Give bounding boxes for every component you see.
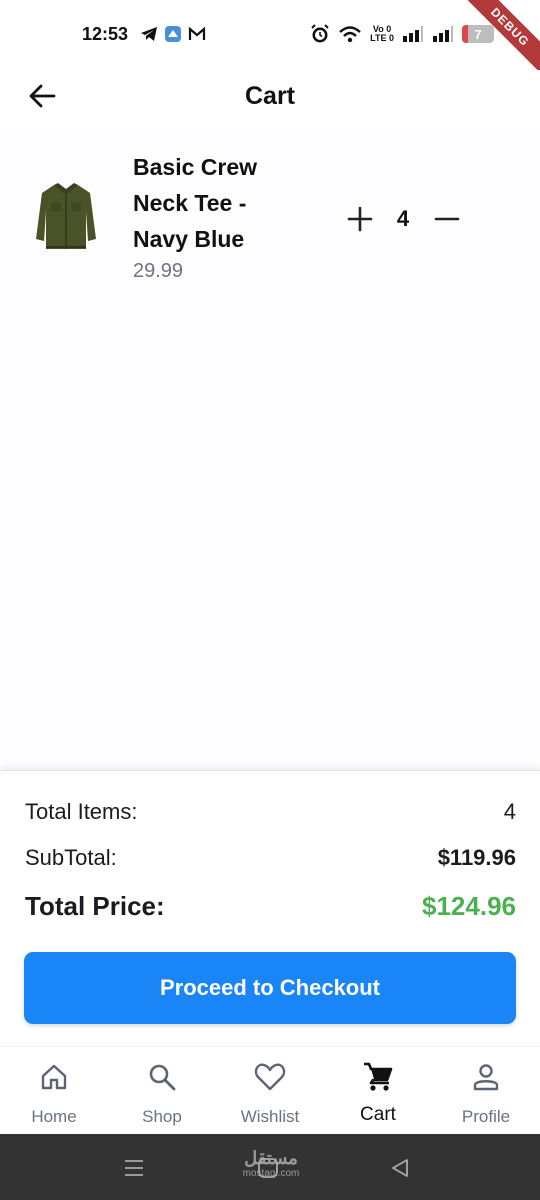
product-price: 29.99	[133, 260, 184, 282]
wifi-icon	[339, 26, 361, 43]
battery-level: 7	[474, 26, 482, 42]
lte-label: LTE 0	[370, 33, 394, 43]
nav-label-shop: Shop	[142, 1107, 182, 1126]
signal-strength-icon	[403, 26, 423, 42]
total-price-row: Total Price: $124.96	[25, 891, 516, 922]
page-title: Cart	[244, 82, 295, 110]
telegram-icon	[141, 27, 157, 41]
total-items-label: Total Items:	[25, 799, 138, 824]
home-button-icon[interactable]	[256, 1156, 280, 1180]
nav-item-profile[interactable]: Profile	[432, 1047, 540, 1134]
battery-icon: 7	[462, 25, 494, 43]
alarm-icon	[311, 24, 329, 43]
product-name: Basic Crew Neck Tee - Navy Blue	[133, 154, 258, 252]
nav-label-wishlist: Wishlist	[240, 1107, 300, 1126]
signal-strength-icon-2	[433, 26, 453, 42]
nav-item-shop[interactable]: Shop	[108, 1047, 216, 1134]
bottom-navigation: Home Shop Wishlist Cart Profile	[0, 1046, 540, 1134]
back-triangle-icon[interactable]	[390, 1158, 410, 1178]
nav-label-profile: Profile	[461, 1107, 511, 1126]
nav-item-home[interactable]: Home	[0, 1047, 108, 1134]
notification-icons	[140, 25, 206, 43]
cart-icon	[362, 1061, 394, 1093]
system-navigation-bar: مستقل mostaql.com	[0, 1134, 540, 1200]
proceed-to-checkout-button[interactable]: Proceed to Checkout	[24, 952, 516, 1024]
decrease-quantity-button[interactable]	[433, 205, 461, 233]
total-price-value: $124.96	[422, 891, 516, 921]
total-items-value: 4	[503, 799, 516, 824]
app-bar: Cart	[0, 70, 540, 126]
cart-item: Basic Crew Neck Tee - Navy Blue 29.99 4	[0, 145, 540, 295]
product-image	[36, 183, 96, 249]
nav-item-wishlist[interactable]: Wishlist	[216, 1047, 324, 1134]
nav-label-cart: Cart	[360, 1104, 396, 1125]
gmail-icon	[188, 27, 206, 40]
nav-item-cart[interactable]: Cart	[324, 1047, 432, 1134]
subtotal-value: $119.96	[437, 845, 516, 870]
search-icon	[146, 1061, 178, 1093]
volte-indicator: Vo 0 LTE 0	[370, 25, 394, 43]
subtotal-row: SubTotal: $119.96	[25, 845, 516, 871]
nav-label-home: Home	[31, 1107, 77, 1126]
heart-icon	[254, 1061, 286, 1093]
recent-apps-icon[interactable]	[124, 1158, 144, 1178]
total-items-row: Total Items: 4	[25, 799, 516, 825]
person-icon	[470, 1061, 502, 1093]
system-status-icons: Vo 0 LTE 0 7	[310, 24, 494, 44]
home-icon	[38, 1061, 70, 1093]
app-notification-icon	[165, 26, 181, 42]
increase-quantity-button[interactable]	[346, 205, 374, 233]
order-summary: Total Items: 4 SubTotal: $119.96 Total P…	[0, 770, 540, 1046]
quantity-value: 4	[396, 206, 410, 231]
subtotal-label: SubTotal:	[25, 845, 117, 870]
status-time: 12:53	[82, 24, 129, 44]
total-price-label: Total Price:	[25, 891, 165, 921]
status-bar: 12:53 Vo 0 LTE 0 7 DEBUG	[0, 0, 540, 78]
